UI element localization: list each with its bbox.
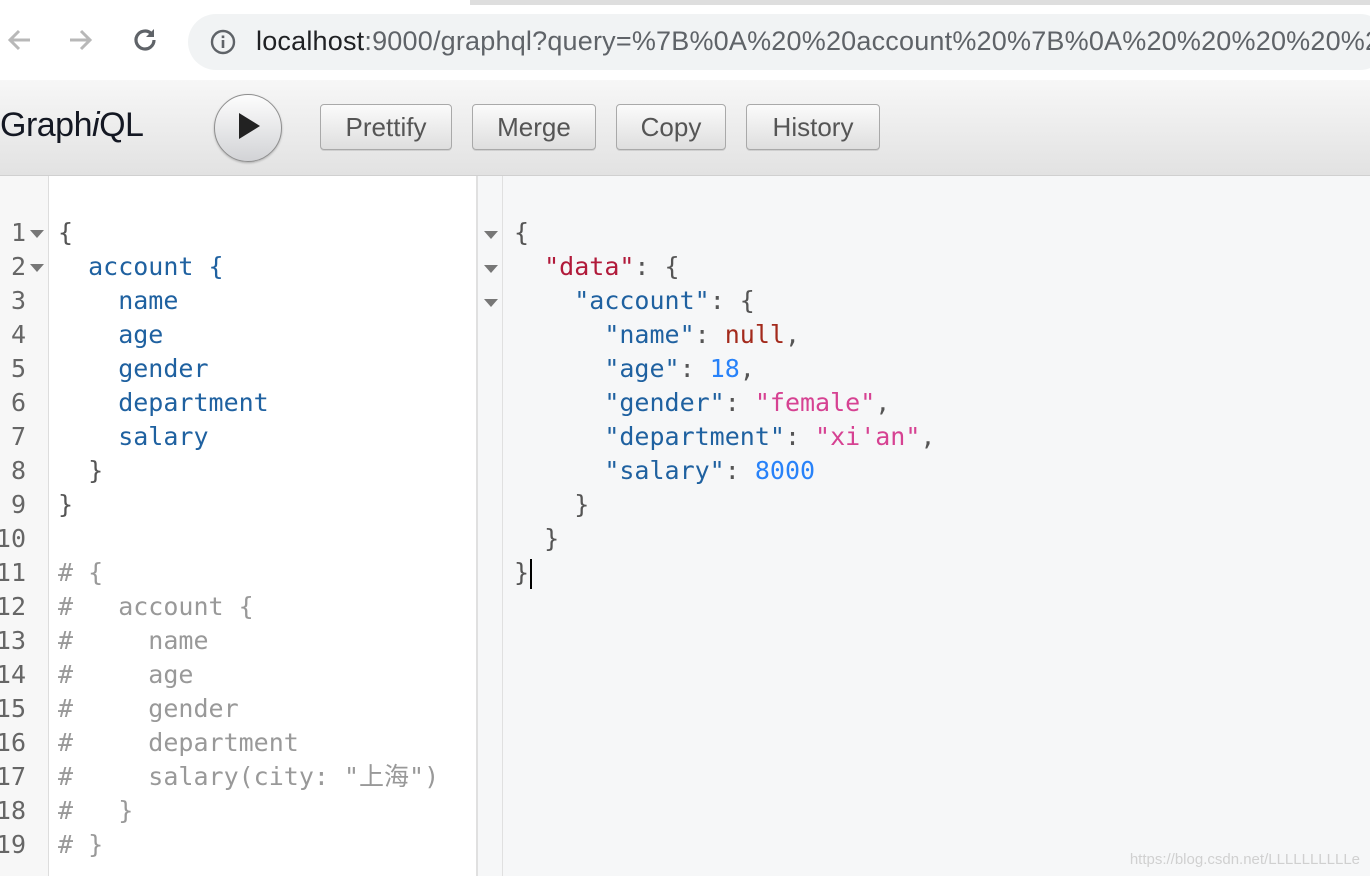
json-key-account: "account": [574, 286, 710, 315]
code-line: {: [58, 218, 74, 247]
play-icon: [234, 111, 262, 146]
json-brace: }: [514, 558, 530, 587]
prettify-button[interactable]: Prettify: [320, 104, 452, 150]
json-value-name: null: [724, 320, 785, 349]
code-line: salary: [58, 422, 209, 451]
editor-area: 1 { 2 account { 3 name 4 age 5 gender 6 …: [0, 176, 1370, 876]
code-line: # account {: [58, 592, 254, 621]
json-brace: {: [514, 218, 530, 247]
back-button[interactable]: [0, 22, 40, 62]
title-part: Graph: [0, 106, 93, 144]
result-line: "name": null,: [604, 320, 801, 349]
code-line: # salary(city: "上海"): [58, 762, 440, 791]
result-line: "age": 18,: [604, 354, 755, 383]
code-line: # department: [58, 728, 299, 757]
address-bar[interactable]: localhost:9000/graphql?query=%7B%0A%20%2…: [188, 14, 1370, 70]
line-number: 4: [10, 320, 26, 349]
code-line: age: [58, 320, 164, 349]
line-number: 7: [10, 422, 26, 451]
line-number: 12: [0, 592, 26, 621]
watermark: https://blog.csdn.net/LLLLLLLLLLe: [1129, 851, 1360, 868]
json-value-gender: "female": [754, 388, 876, 417]
json-key-name: "name": [604, 320, 695, 349]
line-number: 10: [0, 524, 26, 553]
arrow-left-icon: [6, 26, 34, 59]
merge-button[interactable]: Merge: [472, 104, 596, 150]
code-line: }: [58, 456, 104, 485]
url-path: :9000/graphql?query=%7B%0A%20%20account%…: [364, 26, 1370, 56]
line-number: 17: [0, 762, 26, 791]
line-number: 2: [10, 252, 26, 281]
fold-arrow-icon[interactable]: [484, 265, 498, 273]
code-line: department: [58, 388, 269, 417]
result-gutter: [478, 176, 503, 876]
json-key-department: "department": [604, 422, 785, 451]
line-number: 3: [10, 286, 26, 315]
line-number: 6: [10, 388, 26, 417]
result-line: {: [514, 216, 529, 250]
line-number: 1: [10, 218, 26, 247]
reload-icon: [130, 25, 160, 60]
code-line: # {: [58, 558, 104, 587]
json-value-age: 18: [709, 354, 740, 383]
text-cursor: [530, 559, 533, 589]
line-number: 5: [10, 354, 26, 383]
result-line: }: [514, 490, 590, 519]
result-line: "salary": 8000: [604, 456, 816, 485]
json-value-salary: 8000: [754, 456, 816, 485]
forward-button[interactable]: [60, 22, 100, 62]
line-number: 13: [0, 626, 26, 655]
url-host: localhost: [256, 26, 365, 56]
url-text[interactable]: localhost:9000/graphql?query=%7B%0A%20%2…: [256, 26, 1370, 57]
copy-button[interactable]: Copy: [616, 104, 726, 150]
graphiql-title: GraphiQL: [0, 106, 144, 145]
tab-strip: [470, 0, 1370, 5]
code-line: # gender: [58, 694, 239, 723]
graphiql-toolbar: GraphiQL Prettify Merge Copy History: [0, 80, 1370, 176]
line-number: 11: [0, 558, 26, 587]
json-value-department: "xi'an": [815, 422, 921, 451]
line-number: 18: [0, 796, 26, 825]
json-key-data: "data": [544, 252, 635, 281]
result-viewer[interactable]: { "data": { "account": { "name": null, "…: [478, 176, 1370, 876]
history-button[interactable]: History: [746, 104, 880, 150]
code-line: }: [58, 490, 74, 519]
browser-toolbar: localhost:9000/graphql?query=%7B%0A%20%2…: [0, 0, 1370, 81]
json-key-age: "age": [604, 354, 680, 383]
result-line: }: [514, 524, 560, 553]
result-line: "data": {: [544, 252, 680, 281]
code-line: # }: [58, 830, 104, 859]
info-icon[interactable]: [210, 29, 236, 55]
title-part: QL: [99, 106, 144, 144]
fold-arrow-icon[interactable]: [484, 231, 498, 239]
json-key-salary: "salary": [604, 456, 725, 485]
reload-button[interactable]: [125, 22, 165, 62]
code-line: # age: [58, 660, 194, 689]
result-line: "department": "xi'an",: [604, 422, 936, 451]
execute-query-button[interactable]: [214, 94, 282, 162]
line-number: 14: [0, 660, 26, 689]
line-number: 16: [0, 728, 26, 757]
arrow-right-icon: [66, 26, 94, 59]
line-number: 15: [0, 694, 26, 723]
json-key-gender: "gender": [604, 388, 725, 417]
code-line: # name: [58, 626, 209, 655]
code-line: gender: [58, 354, 209, 383]
result-line: }: [514, 556, 533, 590]
code-line: # }: [58, 796, 134, 825]
line-number: 9: [10, 490, 26, 519]
fold-arrow-icon[interactable]: [30, 230, 44, 238]
code-line: name: [58, 286, 179, 315]
query-editor[interactable]: 1 { 2 account { 3 name 4 age 5 gender 6 …: [0, 176, 478, 876]
code-line: account {: [58, 252, 224, 281]
title-part-italic: i: [92, 106, 100, 144]
result-line: "gender": "female",: [604, 388, 891, 417]
line-number: 19: [0, 830, 26, 859]
result-line: "account": {: [574, 286, 755, 315]
fold-arrow-icon[interactable]: [30, 264, 44, 272]
line-number: 8: [10, 456, 26, 485]
fold-arrow-icon[interactable]: [484, 299, 498, 307]
